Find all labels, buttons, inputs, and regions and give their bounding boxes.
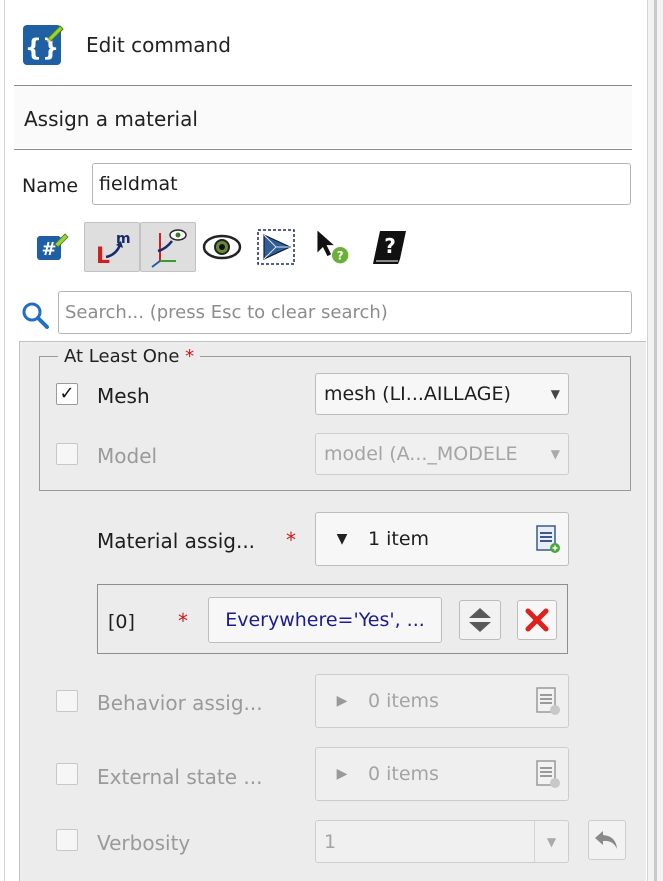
verbosity-select[interactable]: 1 ▼	[315, 820, 569, 863]
chevron-down-icon: ▼	[550, 387, 560, 401]
external-state-label: External state ...	[97, 765, 263, 789]
item-index: [0]	[108, 611, 135, 633]
move-up-down-button[interactable]	[459, 600, 501, 640]
external-state-list-toggle[interactable]: ▶ 0 items	[315, 747, 569, 801]
group-title: At Least One *	[58, 346, 201, 367]
list-add-icon[interactable]	[528, 686, 568, 716]
behavior-assign-label: Behavior assig...	[97, 691, 263, 715]
name-label: Name	[22, 175, 79, 197]
svg-text:#: #	[41, 239, 56, 260]
model-checkbox[interactable]	[56, 443, 78, 465]
scrollbar[interactable]	[648, 0, 663, 881]
verbosity-checkbox[interactable]	[56, 829, 78, 851]
list-add-icon[interactable]	[528, 524, 568, 554]
model-select[interactable]: model (A..._MODELE ▼	[315, 433, 569, 475]
svg-text:?: ?	[384, 234, 396, 258]
reset-default-button[interactable]	[588, 820, 626, 860]
mesh-checkbox[interactable]: ✓	[56, 383, 78, 405]
behavior-count: 0 items	[368, 690, 439, 712]
undo-icon	[595, 831, 617, 849]
command-subtitle: Assign a material	[24, 107, 198, 131]
eye-icon[interactable]	[202, 222, 242, 272]
header-title: Edit command	[86, 33, 231, 57]
chevron-down-icon: ▼	[550, 447, 560, 461]
model-label: Model	[97, 444, 158, 468]
list-add-icon[interactable]	[528, 759, 568, 789]
mesh-dims-icon[interactable]: L m	[84, 222, 140, 272]
external-state-count: 0 items	[368, 763, 439, 785]
required-marker: *	[178, 609, 188, 633]
external-state-checkbox[interactable]	[56, 763, 78, 785]
triangle-right-icon: ▶	[336, 693, 348, 709]
svg-text:?: ?	[337, 249, 344, 263]
behavior-checkbox[interactable]	[56, 690, 78, 712]
name-input[interactable]	[92, 163, 631, 205]
chevron-down-icon: ▼	[534, 821, 568, 862]
material-count: 1 item	[368, 528, 430, 550]
axis-eye-icon[interactable]	[140, 222, 196, 272]
behavior-list-toggle[interactable]: ▶ 0 items	[315, 674, 569, 728]
search-icon	[20, 300, 50, 330]
verbosity-value: 1	[324, 830, 337, 853]
required-marker: *	[286, 528, 296, 552]
close-icon	[525, 608, 549, 632]
triangle-right-icon: ▶	[336, 766, 348, 782]
mesh-select[interactable]: mesh (LI...AILLAGE) ▼	[315, 373, 569, 415]
triangle-down-icon: ▼	[336, 531, 348, 547]
verbosity-label: Verbosity	[97, 831, 191, 855]
mesh-3d-icon[interactable]	[256, 222, 296, 272]
mesh-label: Mesh	[97, 384, 150, 408]
material-assign-label: Material assig...	[97, 529, 256, 553]
cursor-help-icon[interactable]: ?	[312, 222, 352, 272]
divider	[14, 149, 632, 150]
material-list-toggle[interactable]: ▼ 1 item	[315, 512, 569, 566]
edit-command-icon: {}	[22, 22, 64, 66]
move-up-down-icon	[469, 608, 491, 632]
hash-variable-icon[interactable]: #	[32, 222, 72, 272]
search-input[interactable]	[58, 291, 632, 334]
documentation-icon[interactable]: ?	[370, 222, 410, 272]
delete-item-button[interactable]	[517, 600, 557, 640]
material-item-value-button[interactable]: Everywhere='Yes', ...	[208, 597, 442, 643]
